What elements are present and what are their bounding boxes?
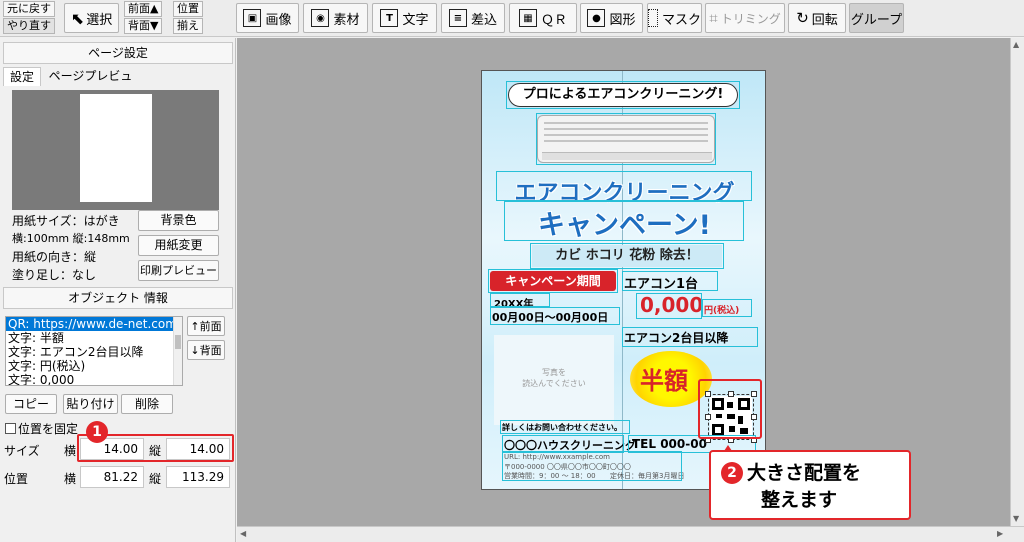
tab-settings[interactable]: 設定 bbox=[3, 67, 41, 86]
trim-button[interactable]: ⌗ トリミング bbox=[705, 3, 785, 33]
shape-button[interactable]: ● 図形 bbox=[580, 3, 643, 33]
select-tool-button[interactable]: ⬉ 選択 bbox=[64, 3, 119, 33]
checkbox-icon[interactable] bbox=[5, 423, 16, 434]
background-color-button[interactable]: 背景色 bbox=[138, 210, 219, 231]
mask-button[interactable]: マスク bbox=[647, 3, 702, 33]
qr-icon: ▦ bbox=[518, 9, 537, 27]
print-preview-button[interactable]: 印刷プレビュー bbox=[138, 260, 219, 281]
selection-frame bbox=[636, 293, 702, 319]
object-back-button[interactable]: ↓背面 bbox=[187, 340, 225, 360]
list-scrollbar[interactable] bbox=[173, 317, 182, 385]
main-toolbar: 元に戻す やり直す ⬉ 選択 前面▲ 背面▼ 位置 揃え ▣ 画像 ◉ 素材 T 文字… bbox=[0, 0, 1024, 37]
selection-frame bbox=[622, 271, 718, 291]
canvas-area[interactable]: プロによるエアコンクリーニング! エアコンクリーニング キャンペーン! カビ ホ… bbox=[237, 38, 1024, 542]
vertical-scrollbar[interactable]: ▲ ▼ bbox=[1010, 38, 1024, 526]
selection-frame bbox=[504, 201, 744, 241]
list-scroll-thumb[interactable] bbox=[175, 335, 181, 349]
qr-highlight-frame bbox=[698, 379, 762, 439]
group-button[interactable]: グループ bbox=[849, 3, 904, 33]
orientation-label: 用紙の向き：縦 bbox=[12, 250, 97, 264]
list-item[interactable]: 文字: 円(税込) bbox=[6, 359, 182, 373]
select-label: 選択 bbox=[86, 12, 113, 28]
position-y-input[interactable]: 113.29 bbox=[166, 466, 230, 488]
selection-frame bbox=[502, 451, 682, 481]
horizontal-scrollbar[interactable]: ◀ ▶ bbox=[237, 526, 1024, 542]
layer-order-group: 前面▲ 背面▼ bbox=[124, 1, 163, 34]
callout-badge-one: 1 bbox=[86, 421, 108, 443]
crop-icon: ⌗ bbox=[709, 9, 718, 27]
align-button-bottom[interactable]: 揃え bbox=[173, 18, 203, 34]
image-button[interactable]: ▣ 画像 bbox=[236, 3, 299, 33]
callout-two-line-1: 大きさ配置を bbox=[747, 462, 862, 484]
bleed-label: 塗り足し：なし bbox=[12, 268, 97, 282]
material-button[interactable]: ◉ 素材 bbox=[303, 3, 368, 33]
paper-size-label: 用紙サイズ：はがき bbox=[12, 214, 120, 228]
position-x-label: 横 bbox=[64, 472, 77, 486]
callout-badge-two: 2 bbox=[721, 462, 743, 484]
position-y-label: 縦 bbox=[149, 472, 162, 486]
redo-button[interactable]: やり直す bbox=[3, 18, 55, 34]
size-label: サイズ bbox=[4, 444, 40, 458]
rotate-button[interactable]: ↻ 回転 bbox=[788, 3, 846, 33]
object-front-button[interactable]: ↑前面 bbox=[187, 316, 225, 336]
shape-icon: ● bbox=[587, 9, 606, 27]
list-item-selected[interactable]: QR: https://www.de-net.com/ bbox=[6, 317, 182, 331]
callout-two-line-2: 整えます bbox=[761, 489, 838, 511]
list-item[interactable]: 文字: 半額 bbox=[6, 331, 182, 345]
position-label: 位置 bbox=[4, 472, 29, 486]
scroll-right-icon[interactable]: ▶ bbox=[997, 529, 1003, 538]
text-button[interactable]: T 文字 bbox=[372, 3, 437, 33]
left-panel: ページ設定 設定 ページプレビュー 用紙サイズ：はがき 横:100mm 縦:14… bbox=[0, 38, 236, 542]
page-settings-header: ページ設定 bbox=[3, 42, 233, 64]
object-info-header: オブジェクト 情報 bbox=[3, 287, 233, 309]
dimensions-label: 横:100mm 縦:148mm bbox=[12, 232, 130, 245]
page-preview bbox=[12, 90, 219, 210]
change-paper-button[interactable]: 用紙変更 bbox=[138, 235, 219, 256]
delete-button[interactable]: 削除 bbox=[121, 394, 173, 414]
cursor-icon: ⬉ bbox=[70, 8, 85, 28]
scroll-left-icon[interactable]: ◀ bbox=[240, 529, 246, 538]
paper-preview bbox=[80, 94, 152, 202]
tab-page-preview[interactable]: ページプレビュー bbox=[43, 67, 138, 101]
fix-position-label: 位置を固定 bbox=[18, 422, 79, 436]
document-icon: ≡ bbox=[448, 9, 467, 27]
half-price-text[interactable]: 半額 bbox=[640, 361, 688, 396]
scroll-down-icon[interactable]: ▼ bbox=[1013, 514, 1019, 523]
qr-button[interactable]: ▦ ＱＲ bbox=[509, 3, 577, 33]
merge-button[interactable]: ≡ 差込 bbox=[441, 3, 505, 33]
selection-frame bbox=[536, 113, 716, 165]
selection-frame bbox=[702, 299, 752, 317]
copy-button[interactable]: コピー bbox=[5, 394, 57, 414]
list-item[interactable]: 文字: 0,000 bbox=[6, 373, 182, 385]
selection-frame bbox=[490, 307, 620, 325]
size-width-label: 横 bbox=[64, 444, 77, 458]
fix-position-checkbox[interactable]: 位置を固定 bbox=[5, 420, 78, 437]
rotate-icon: ↻ bbox=[796, 9, 809, 27]
bring-front-button[interactable]: 前面▲ bbox=[124, 1, 163, 17]
send-back-button[interactable]: 背面▼ bbox=[124, 18, 163, 34]
photo-placeholder[interactable]: 写真を 読込んでください bbox=[494, 335, 614, 425]
selection-frame bbox=[506, 81, 740, 109]
undo-redo-group: 元に戻す やり直す bbox=[3, 1, 55, 34]
selection-frame bbox=[490, 293, 550, 307]
image-icon: ▣ bbox=[243, 9, 262, 27]
align-button-top[interactable]: 位置 bbox=[173, 1, 203, 17]
paste-button[interactable]: 貼り付け bbox=[63, 394, 118, 414]
material-icon: ◉ bbox=[311, 9, 330, 27]
selection-frame bbox=[488, 269, 618, 293]
selection-frame bbox=[500, 420, 630, 434]
align-group: 位置 揃え bbox=[173, 1, 203, 34]
undo-button[interactable]: 元に戻す bbox=[3, 1, 55, 17]
selection-frame bbox=[530, 243, 724, 269]
callout-two-bubble: 2 大きさ配置を 整えます bbox=[709, 450, 911, 520]
text-icon: T bbox=[380, 9, 399, 27]
scroll-up-icon[interactable]: ▲ bbox=[1013, 40, 1019, 49]
object-list[interactable]: QR: https://www.de-net.com/ 文字: 半額 文字: エ… bbox=[5, 316, 183, 386]
mask-icon bbox=[648, 9, 658, 27]
selection-frame bbox=[622, 327, 758, 347]
position-x-input[interactable]: 81.22 bbox=[80, 466, 144, 488]
list-item[interactable]: 文字: エアコン2台目以降 bbox=[6, 345, 182, 359]
selection-frame bbox=[496, 171, 752, 201]
